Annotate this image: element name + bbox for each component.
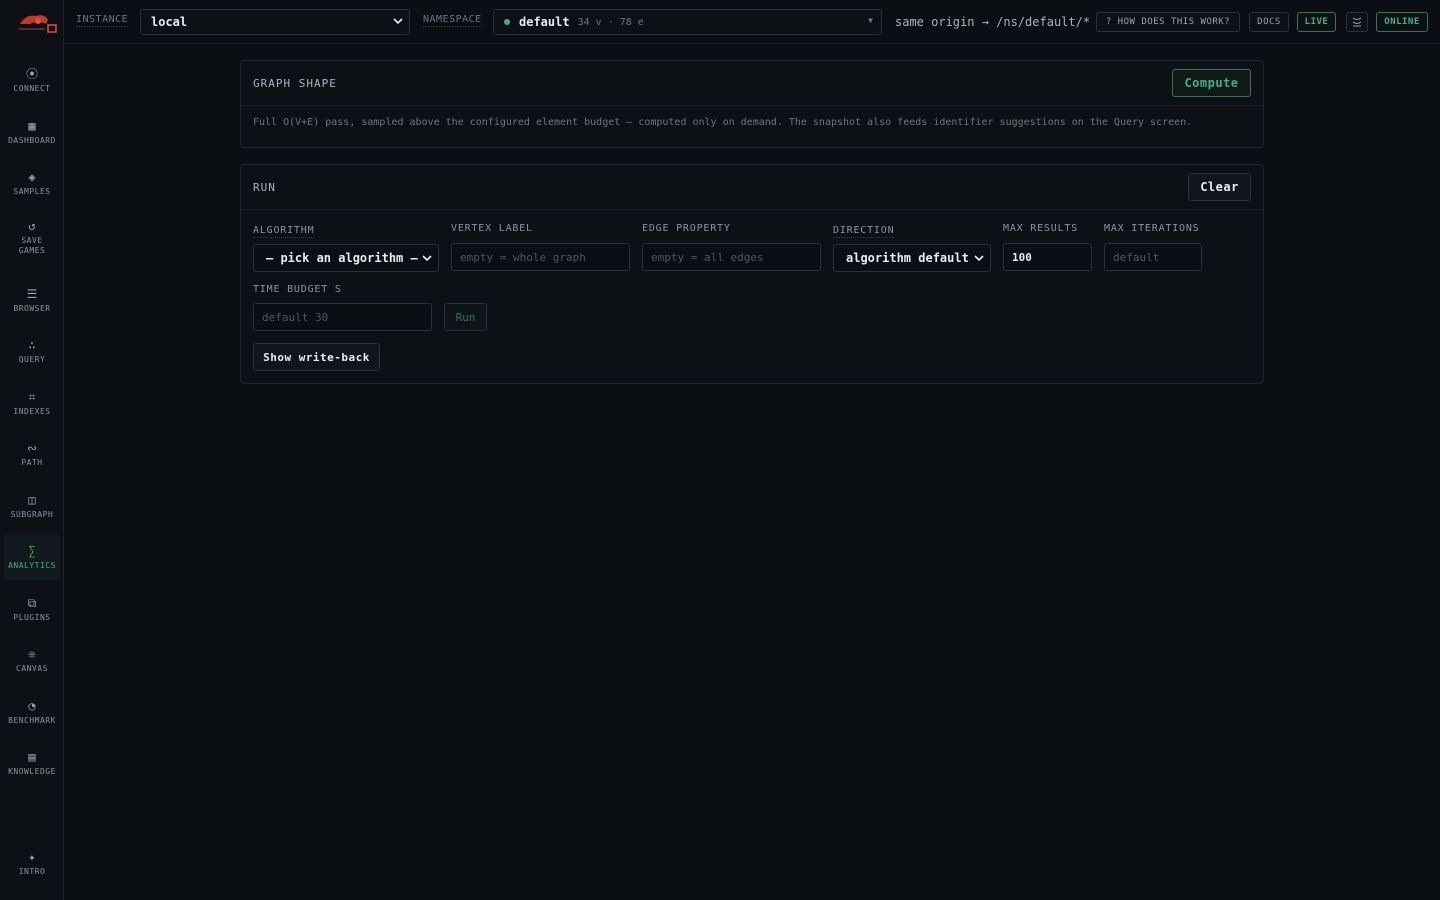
path-icon: ∾ — [26, 440, 38, 455]
vertex-label-input[interactable]: empty = whole graph — [451, 243, 630, 271]
sidebar-item-dashboard[interactable]: ▦ DASHBOARD — [4, 109, 60, 155]
sidebar-item-subgraph[interactable]: ◫ SUBGRAPH — [4, 483, 60, 529]
namespace-value: default — [519, 15, 570, 29]
sidebar-item-query[interactable]: ∴ QUERY — [4, 328, 60, 374]
online-status-badge: ONLINE — [1376, 12, 1428, 32]
max-results-input[interactable]: 100 — [1003, 243, 1092, 271]
sidebar-item-label: CONNECT — [13, 83, 51, 93]
graph-shape-panel: GRAPH SHAPE Compute Full O(V+E) pass, sa… — [240, 60, 1264, 148]
direction-select[interactable]: algorithm default — [833, 244, 991, 272]
instance-value: local — [151, 15, 188, 29]
app-logo — [19, 15, 57, 33]
sidebar-item-label: QUERY — [18, 354, 46, 364]
sidebar: ⦿ CONNECT ▦ DASHBOARD ◈ SAMPLES ↺ SAVE GAMES ☰ BR… — [0, 0, 64, 900]
chevron-down-icon — [974, 255, 984, 262]
sidebar-item-label: BENCHMARK — [8, 715, 56, 725]
namespace-status-dot — [504, 19, 510, 25]
namespace-label: NAMESPACE — [423, 14, 482, 27]
algorithm-label: ALGORITHM — [253, 225, 315, 238]
sidebar-item-label: SUBGRAPH — [10, 509, 54, 519]
algorithm-value: — pick an algorithm — — [266, 251, 418, 265]
browser-icon: ☰ — [26, 286, 38, 301]
canvas-icon: ❊ — [28, 646, 36, 661]
instance-select[interactable]: local — [140, 9, 410, 35]
sidebar-item-path[interactable]: ∾ PATH — [4, 431, 60, 477]
docs-button[interactable]: DOCS — [1249, 12, 1289, 32]
edge-property-label: EDGE PROPERTY — [642, 223, 731, 234]
top-bar: INSTANCE local NAMESPACE default 34 v · … — [64, 0, 1440, 44]
analytics-icon: ∑ — [28, 543, 36, 558]
sidebar-item-label: PATH — [21, 457, 43, 467]
sidebar-item-label: PLUGINS — [13, 612, 51, 622]
time-budget-label: TIME BUDGET S — [253, 284, 342, 295]
samples-icon: ◈ — [28, 169, 36, 184]
indexes-icon: ⌗ — [28, 389, 36, 404]
max-iterations-label: MAX ITERATIONS — [1104, 223, 1200, 234]
direction-label: DIRECTION — [833, 225, 895, 238]
sidebar-item-label: CANVAS — [16, 663, 48, 673]
direction-value: algorithm default — [846, 251, 969, 265]
sidebar-item-label: KNOWLEDGE — [8, 766, 56, 776]
graph-shape-header: GRAPH SHAPE Compute — [241, 61, 1263, 106]
benchmark-icon: ◔ — [28, 698, 36, 713]
run-button[interactable]: Run — [444, 303, 487, 331]
compute-button[interactable]: Compute — [1172, 69, 1251, 97]
chevron-down-icon — [422, 255, 432, 262]
namespace-select[interactable]: default 34 v · 78 e ▼ — [493, 9, 882, 35]
caret-down-icon: ▼ — [868, 16, 873, 25]
sidebar-item-canvas[interactable]: ❊ CANVAS — [4, 637, 60, 683]
sidebar-item-intro[interactable]: ✦ INTRO — [4, 840, 60, 886]
sidebar-item-label: INDEXES — [13, 406, 51, 416]
time-budget-input[interactable]: default 30 — [253, 303, 432, 331]
algorithm-select[interactable]: — pick an algorithm — — [253, 244, 439, 272]
show-write-back-button[interactable]: Show write-back — [253, 343, 380, 371]
sidebar-item-label: BROWSER — [13, 303, 51, 313]
connect-icon: ⦿ — [25, 66, 38, 81]
edge-property-input[interactable]: empty = all edges — [642, 243, 821, 271]
theme-toggle[interactable] — [1346, 12, 1368, 32]
max-results-label: MAX RESULTS — [1003, 223, 1079, 234]
help-button[interactable]: ? HOW DOES THIS WORK? — [1096, 12, 1240, 32]
chevron-down-icon — [393, 18, 403, 25]
sidebar-item-samples[interactable]: ◈ SAMPLES — [4, 160, 60, 206]
sidebar-item-label: SAMPLES — [13, 186, 51, 196]
sidebar-item-browser[interactable]: ☰ BROWSER — [4, 277, 60, 323]
plugins-icon: ⧉ — [27, 595, 37, 610]
run-panel: RUN Clear ALGORITHM — pick an algorithm … — [240, 164, 1264, 384]
sidebar-item-plugins[interactable]: ⧉ PLUGINS — [4, 586, 60, 632]
dashboard-icon: ▦ — [28, 118, 36, 133]
live-toggle[interactable]: LIVE — [1297, 12, 1336, 32]
query-icon: ∴ — [28, 337, 36, 352]
sidebar-item-label: ANALYTICS — [8, 560, 56, 570]
sidebar-item-label: DASHBOARD — [8, 135, 56, 145]
sidebar-item-label: SAVE GAMES — [18, 235, 46, 255]
theme-icon — [1352, 17, 1362, 27]
origin-text: same origin → /ns/default/* — [895, 15, 1091, 29]
clear-button[interactable]: Clear — [1188, 173, 1251, 201]
intro-icon: ✦ — [28, 849, 36, 864]
sidebar-item-analytics[interactable]: ∑ ANALYTICS — [4, 534, 60, 580]
subgraph-icon: ◫ — [28, 492, 36, 507]
run-header: RUN Clear — [241, 165, 1263, 210]
instance-label: INSTANCE — [76, 14, 129, 27]
max-iterations-input[interactable]: default — [1104, 243, 1202, 271]
namespace-meta: 34 v · 78 e — [577, 16, 644, 28]
vertex-label-label: VERTEX LABEL — [451, 223, 533, 234]
sidebar-item-connect[interactable]: ⦿ CONNECT — [4, 57, 60, 103]
run-title: RUN — [253, 181, 276, 194]
sidebar-item-benchmark[interactable]: ◔ BENCHMARK — [4, 689, 60, 735]
sidebar-item-indexes[interactable]: ⌗ INDEXES — [4, 380, 60, 426]
sidebar-item-save-games[interactable]: ↺ SAVE GAMES — [4, 210, 60, 264]
save-games-icon: ↺ — [28, 218, 36, 233]
knowledge-icon: ▤ — [28, 749, 36, 764]
graph-shape-description: Full O(V+E) pass, sampled above the conf… — [253, 117, 1193, 128]
sidebar-item-label: INTRO — [18, 866, 46, 876]
sidebar-item-knowledge[interactable]: ▤ KNOWLEDGE — [4, 740, 60, 786]
graph-shape-title: GRAPH SHAPE — [253, 77, 337, 90]
